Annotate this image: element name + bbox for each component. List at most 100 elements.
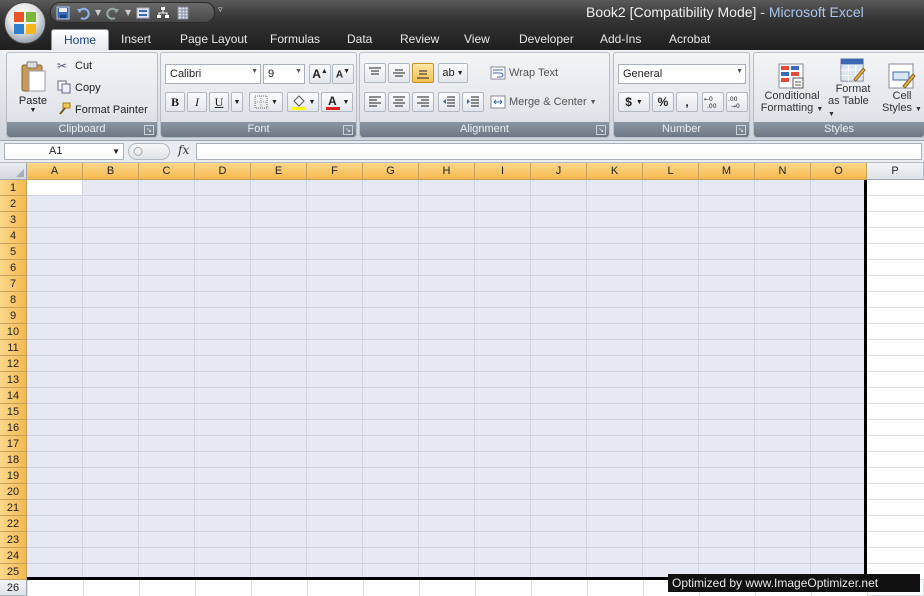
select-all-button[interactable] <box>0 163 27 180</box>
row-header-23[interactable]: 23 <box>0 532 27 548</box>
column-header-f[interactable]: F <box>307 163 363 180</box>
grow-font-button[interactable]: A▲ <box>309 64 331 84</box>
column-header-e[interactable]: E <box>251 163 307 180</box>
italic-button[interactable]: I <box>187 92 207 112</box>
tab-page-layout[interactable]: Page Layout <box>180 29 247 50</box>
column-header-i[interactable]: I <box>475 163 531 180</box>
row-header-10[interactable]: 10 <box>0 324 27 340</box>
shrink-font-button[interactable]: A▼ <box>332 64 354 84</box>
chevron-down-icon[interactable]: ▼ <box>112 147 120 156</box>
tab-formulas[interactable]: Formulas <box>270 29 320 50</box>
diagram-icon[interactable] <box>155 5 171 21</box>
formula-input[interactable] <box>196 143 922 160</box>
align-left-button[interactable] <box>364 92 386 112</box>
paste-button[interactable]: Paste ▼ <box>13 57 53 117</box>
redo-dropdown-icon[interactable]: ▼ <box>125 8 131 17</box>
comma-button[interactable]: , <box>676 92 698 112</box>
row-header-15[interactable]: 15 <box>0 404 27 420</box>
copy-button[interactable]: Copy <box>57 79 101 97</box>
fill-color-button[interactable]: ▼ <box>287 92 319 112</box>
decrease-indent-button[interactable] <box>438 92 460 112</box>
row-header-14[interactable]: 14 <box>0 388 27 404</box>
insert-function-icon[interactable]: fx <box>178 143 189 157</box>
tab-developer[interactable]: Developer <box>519 29 574 50</box>
row-header-21[interactable]: 21 <box>0 500 27 516</box>
clipboard-launcher-icon[interactable]: ↘ <box>144 125 154 135</box>
row-header-11[interactable]: 11 <box>0 340 27 356</box>
format-as-table-button[interactable]: Format as Table ▼ <box>828 57 878 119</box>
formula-bar-expander[interactable] <box>128 143 170 160</box>
tab-add-ins[interactable]: Add-Ins <box>600 29 641 50</box>
column-header-j[interactable]: J <box>531 163 587 180</box>
font-name-select[interactable]: Calibri ▼ <box>165 64 261 84</box>
column-header-k[interactable]: K <box>587 163 643 180</box>
tab-home[interactable]: Home <box>51 29 110 50</box>
name-box[interactable]: A1 ▼ <box>4 143 124 160</box>
row-header-4[interactable]: 4 <box>0 228 27 244</box>
number-format-select[interactable]: General ▼ <box>618 64 746 84</box>
row-header-18[interactable]: 18 <box>0 452 27 468</box>
tab-insert[interactable]: Insert <box>121 29 151 50</box>
orientation-button[interactable]: ab ▼ <box>438 63 468 83</box>
form-icon[interactable] <box>135 5 151 21</box>
font-size-select[interactable]: 9 ▼ <box>263 64 305 84</box>
row-header-25[interactable]: 25 <box>0 564 27 580</box>
row-header-2[interactable]: 2 <box>0 196 27 212</box>
tab-data[interactable]: Data <box>347 29 372 50</box>
cell-styles-button[interactable]: Cell Styles ▼ <box>880 57 924 119</box>
font-launcher-icon[interactable]: ↘ <box>343 125 353 135</box>
underline-dropdown-icon[interactable]: ▼ <box>231 92 243 112</box>
row-header-17[interactable]: 17 <box>0 436 27 452</box>
conditional-formatting-button[interactable]: Conditional Formatting ▼ <box>756 57 828 119</box>
align-top-button[interactable] <box>364 63 386 83</box>
worksheet-grid[interactable]: ABCDEFGHIJKLMNOP 1 2 3 4 5 6 7 8 9 10 11 12 13 14 15 16… <box>0 163 924 596</box>
column-header-l[interactable]: L <box>643 163 699 180</box>
font-color-button[interactable]: A ▼ <box>321 92 353 112</box>
undo-dropdown-icon[interactable]: ▼ <box>95 8 101 17</box>
column-header-g[interactable]: G <box>363 163 419 180</box>
increase-decimal-button[interactable]: ←0.00 <box>702 92 724 112</box>
align-bottom-button[interactable] <box>412 63 434 83</box>
redo-icon[interactable] <box>105 5 121 21</box>
row-header-3[interactable]: 3 <box>0 212 27 228</box>
column-header-p[interactable]: P <box>867 163 924 180</box>
row-header-7[interactable]: 7 <box>0 276 27 292</box>
align-center-button[interactable] <box>388 92 410 112</box>
decrease-decimal-button[interactable]: .00 →0 <box>726 92 748 112</box>
row-header-13[interactable]: 13 <box>0 372 27 388</box>
column-header-a[interactable]: A <box>27 163 83 180</box>
currency-button[interactable]: $ ▼ <box>618 92 650 112</box>
office-button[interactable] <box>4 2 46 44</box>
borders-button[interactable]: ▼ <box>249 92 283 112</box>
increase-indent-button[interactable] <box>462 92 484 112</box>
align-right-button[interactable] <box>412 92 434 112</box>
row-header-20[interactable]: 20 <box>0 484 27 500</box>
row-header-8[interactable]: 8 <box>0 292 27 308</box>
format-painter-button[interactable]: Format Painter <box>57 101 148 119</box>
tab-review[interactable]: Review <box>400 29 439 50</box>
table-icon[interactable] <box>175 5 191 21</box>
row-header-5[interactable]: 5 <box>0 244 27 260</box>
row-header-24[interactable]: 24 <box>0 548 27 564</box>
alignment-launcher-icon[interactable]: ↘ <box>596 125 606 135</box>
column-header-c[interactable]: C <box>139 163 195 180</box>
column-header-b[interactable]: B <box>83 163 139 180</box>
percent-button[interactable]: % <box>652 92 674 112</box>
active-cell[interactable] <box>27 180 83 196</box>
bold-button[interactable]: B <box>165 92 185 112</box>
underline-button[interactable]: U <box>209 92 229 112</box>
column-header-d[interactable]: D <box>195 163 251 180</box>
cut-button[interactable]: ✂ Cut <box>57 57 92 75</box>
row-header-9[interactable]: 9 <box>0 308 27 324</box>
column-header-h[interactable]: H <box>419 163 475 180</box>
row-header-6[interactable]: 6 <box>0 260 27 276</box>
row-header-12[interactable]: 12 <box>0 356 27 372</box>
row-header-16[interactable]: 16 <box>0 420 27 436</box>
column-header-n[interactable]: N <box>755 163 811 180</box>
merge-center-button[interactable]: Merge & Center ▼ <box>490 92 597 112</box>
tab-view[interactable]: View <box>464 29 490 50</box>
column-header-o[interactable]: O <box>811 163 867 180</box>
tab-acrobat[interactable]: Acrobat <box>669 29 710 50</box>
save-icon[interactable] <box>55 5 71 21</box>
row-header-19[interactable]: 19 <box>0 468 27 484</box>
